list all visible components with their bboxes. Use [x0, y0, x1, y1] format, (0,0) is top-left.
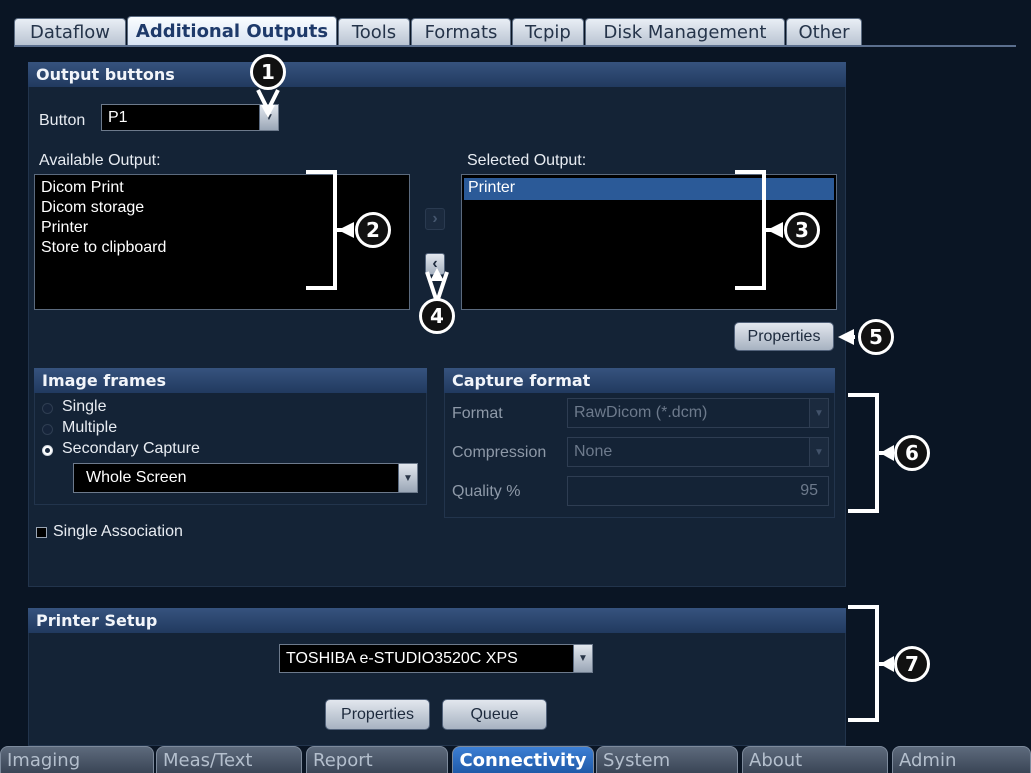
option-single-label: Single: [62, 398, 107, 415]
format-label: Format: [452, 405, 503, 422]
callout-1: 1: [250, 54, 286, 90]
option-multiple-label: Multiple: [62, 419, 118, 436]
selected-output-list[interactable]: Printer: [461, 174, 837, 310]
format-select[interactable]: RawDicom (*.dcm) ▼: [567, 398, 829, 428]
callout-2: 2: [355, 212, 391, 248]
tab-other[interactable]: Other: [786, 18, 862, 46]
button-select[interactable]: P1 ▼: [101, 104, 279, 131]
callout-6: 6: [894, 435, 930, 471]
compression-label: Compression: [452, 444, 547, 461]
list-item[interactable]: Dicom storage: [41, 199, 144, 217]
chevron-right-icon: ›: [432, 210, 438, 227]
tabstrip-divider: [14, 45, 1016, 47]
list-item[interactable]: Dicom Print: [41, 179, 124, 197]
bottom-tab-about[interactable]: About: [742, 746, 888, 773]
bottom-tab-imaging[interactable]: Imaging: [0, 746, 154, 773]
bottom-tab-meas-text[interactable]: Meas/Text: [156, 746, 302, 773]
image-frames-header: Image frames: [34, 368, 427, 393]
compression-value: None: [574, 443, 613, 460]
capture-area-select[interactable]: Whole Screen ▼: [73, 463, 418, 493]
chevron-down-icon[interactable]: ▼: [809, 438, 828, 466]
selected-output-label: Selected Output:: [467, 152, 587, 169]
radio-multiple[interactable]: [42, 424, 53, 435]
callout-4: 4: [419, 298, 455, 334]
remove-output-button[interactable]: ‹: [425, 253, 445, 275]
bottom-tab-system[interactable]: System: [596, 746, 738, 773]
tab-tools[interactable]: Tools: [338, 18, 410, 46]
option-secondary-capture-label: Secondary Capture: [62, 440, 200, 457]
callout-7: 7: [894, 646, 930, 682]
callout-5: 5: [858, 319, 894, 355]
chevron-left-icon: ‹: [432, 255, 438, 272]
tab-tcpip[interactable]: Tcpip: [512, 18, 584, 46]
bottom-tab-report[interactable]: Report: [306, 746, 448, 773]
chevron-down-icon[interactable]: ▼: [398, 464, 417, 492]
capture-format-header: Capture format: [444, 368, 835, 393]
bottom-tab-admin[interactable]: Admin: [892, 746, 1031, 773]
chevron-down-icon[interactable]: ▼: [259, 105, 278, 130]
list-item[interactable]: Store to clipboard: [41, 239, 166, 257]
output-properties-button[interactable]: Properties: [734, 322, 834, 351]
single-association-checkbox[interactable]: [36, 527, 47, 538]
radio-single[interactable]: [42, 403, 53, 414]
screen: Dataflow Additional Outputs Tools Format…: [0, 0, 1031, 773]
button-select-value: P1: [108, 108, 128, 126]
printer-properties-button[interactable]: Properties: [325, 699, 430, 730]
add-output-button[interactable]: ›: [425, 208, 445, 230]
radio-secondary-capture[interactable]: [42, 445, 53, 456]
chevron-down-icon[interactable]: ▼: [809, 399, 828, 427]
tab-additional-outputs[interactable]: Additional Outputs: [127, 16, 337, 46]
output-buttons-header: Output buttons: [28, 62, 846, 87]
compression-select[interactable]: None ▼: [567, 437, 829, 467]
quality-label: Quality %: [452, 483, 521, 500]
selected-row-highlight: [464, 178, 834, 200]
list-item[interactable]: Printer: [468, 179, 515, 197]
chevron-down-icon[interactable]: ▼: [573, 645, 592, 672]
capture-area-value: Whole Screen: [86, 469, 187, 486]
callout-3: 3: [784, 212, 820, 248]
available-output-list[interactable]: Dicom Print Dicom storage Printer Store …: [34, 174, 410, 310]
quality-field[interactable]: 95: [567, 476, 829, 506]
available-output-label: Available Output:: [39, 152, 161, 169]
printer-value: TOSHIBA e-STUDIO3520C XPS: [286, 649, 518, 667]
single-association-label: Single Association: [53, 523, 183, 540]
format-value: RawDicom (*.dcm): [574, 404, 708, 421]
printer-select[interactable]: TOSHIBA e-STUDIO3520C XPS ▼: [279, 644, 593, 673]
bottom-tab-connectivity[interactable]: Connectivity: [452, 746, 594, 773]
list-item[interactable]: Printer: [41, 219, 88, 237]
queue-button[interactable]: Queue: [442, 699, 547, 730]
tab-dataflow[interactable]: Dataflow: [14, 18, 126, 46]
tab-formats[interactable]: Formats: [411, 18, 511, 46]
tab-disk-management[interactable]: Disk Management: [585, 18, 785, 46]
printer-setup-header: Printer Setup: [28, 608, 846, 633]
button-label: Button: [39, 112, 86, 129]
